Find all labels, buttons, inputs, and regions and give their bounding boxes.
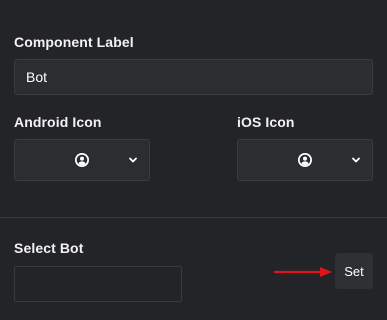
select-bot-input[interactable]	[14, 266, 182, 302]
chevron-down-icon	[128, 155, 138, 165]
android-icon-title: Android Icon	[14, 114, 102, 130]
user-circle-icon	[297, 152, 313, 168]
user-circle-icon	[74, 152, 90, 168]
component-label-input[interactable]: Bot	[14, 59, 373, 95]
section-divider	[0, 217, 387, 218]
ios-icon-title: iOS Icon	[237, 114, 295, 130]
set-button[interactable]: Set	[335, 253, 373, 289]
component-settings-panel: Component Label Bot Android Icon iOS Ico…	[0, 0, 387, 320]
chevron-down-icon	[351, 155, 361, 165]
android-icon-select[interactable]	[14, 139, 150, 181]
ios-icon-select[interactable]	[237, 139, 373, 181]
select-bot-title: Select Bot	[14, 240, 84, 256]
component-label-value: Bot	[26, 69, 48, 85]
component-label-title: Component Label	[14, 34, 134, 50]
annotation-arrow-icon	[273, 267, 332, 277]
